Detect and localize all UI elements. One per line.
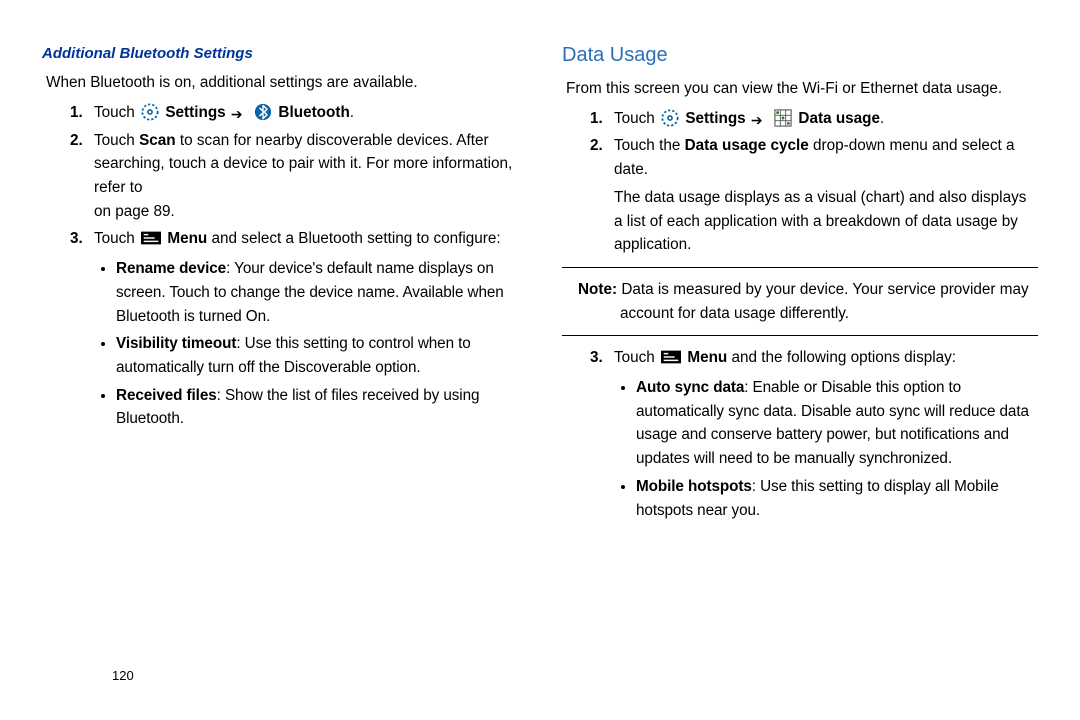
bluetooth-intro: When Bluetooth is on, additional setting…: [46, 71, 518, 95]
text: Touch: [614, 349, 659, 366]
bt-step-1: 1. Touch Settings: [70, 101, 518, 125]
text: Touch: [94, 230, 139, 247]
manual-page: Additional Bluetooth Settings When Bluet…: [0, 0, 1080, 660]
menu-label: Menu: [687, 349, 727, 366]
settings-icon: [141, 103, 159, 121]
note-label: Note:: [578, 281, 617, 298]
bullet-rename: Rename device: Your device's default nam…: [116, 257, 518, 328]
text: Touch the: [614, 137, 685, 154]
bluetooth-label: Bluetooth: [278, 104, 349, 121]
text: Touch: [94, 132, 139, 149]
page-number: 120: [112, 668, 134, 683]
bt-config-bullets: Rename device: Your device's default nam…: [94, 257, 518, 431]
text: and the following options display:: [732, 349, 957, 366]
bluetooth-icon: [254, 103, 272, 121]
scan-label: Scan: [139, 132, 176, 149]
step-num: 3.: [70, 227, 83, 251]
data-usage-intro: From this screen you can view the Wi-Fi …: [566, 77, 1038, 101]
step-num: 2.: [70, 129, 83, 153]
right-column: Data Usage From this screen you can view…: [540, 40, 1038, 660]
menu-icon: [141, 229, 161, 243]
du-step-2: 2. Touch the Data usage cycle drop-down …: [590, 134, 1038, 257]
text: and select a Bluetooth setting to config…: [212, 230, 501, 247]
note-rule-bottom: [562, 335, 1038, 336]
arrow-icon: [230, 107, 248, 119]
left-column: Additional Bluetooth Settings When Bluet…: [42, 40, 540, 660]
data-usage-steps-2: 3. Touch Menu and the following options …: [562, 346, 1038, 522]
subheading-bluetooth: Additional Bluetooth Settings: [42, 42, 518, 65]
text: .: [350, 104, 354, 121]
bullet-visibility: Visibility timeout: Use this setting to …: [116, 332, 518, 379]
bullet-head: Rename device: [116, 260, 226, 277]
text: Touch: [614, 110, 659, 127]
bullet-head: Mobile hotspots: [636, 478, 752, 495]
menu-label: Menu: [167, 230, 207, 247]
text: Touch: [94, 104, 139, 121]
bullet-head: Visibility timeout: [116, 335, 236, 352]
bullet-mobile-hotspots: Mobile hotspots: Use this setting to dis…: [636, 475, 1038, 522]
heading-data-usage: Data Usage: [562, 40, 1038, 71]
bullet-head: Received files: [116, 387, 217, 404]
step-num: 3.: [590, 346, 603, 370]
step-num: 2.: [590, 134, 603, 158]
du-options-bullets: Auto sync data: Enable or Disable this o…: [614, 376, 1038, 522]
data-usage-icon: [774, 109, 792, 127]
bullet-received: Received files: Show the list of files r…: [116, 384, 518, 431]
text: .: [880, 110, 884, 127]
bullet-head: Auto sync data: [636, 379, 744, 396]
text: The data usage displays as a visual (cha…: [614, 186, 1038, 257]
settings-label: Settings: [165, 104, 230, 121]
du-step-1: 1. Touch Settings: [590, 107, 1038, 131]
data-usage-steps: 1. Touch Settings: [562, 107, 1038, 257]
bullet-auto-sync: Auto sync data: Enable or Disable this o…: [636, 376, 1038, 471]
note-rule-top: [562, 267, 1038, 268]
bt-step-3: 3. Touch Menu and select a Bluetooth set…: [70, 227, 518, 431]
step-num: 1.: [70, 101, 83, 125]
step-num: 1.: [590, 107, 603, 131]
cycle-label: Data usage cycle: [685, 137, 809, 154]
data-usage-note: Note: Data is measured by your device. Y…: [612, 278, 1038, 325]
settings-label: Settings: [685, 110, 750, 127]
data-usage-label: Data usage: [798, 110, 880, 127]
du-step-3: 3. Touch Menu and the following options …: [590, 346, 1038, 522]
text: on page 89.: [94, 200, 518, 224]
arrow-icon: [750, 113, 768, 125]
bt-step-2: 2. Touch Scan to scan for nearby discove…: [70, 129, 518, 224]
menu-icon: [661, 348, 681, 362]
settings-icon: [661, 109, 679, 127]
note-text: Data is measured by your device. Your se…: [617, 281, 1029, 322]
bluetooth-steps: 1. Touch Settings: [42, 101, 518, 431]
